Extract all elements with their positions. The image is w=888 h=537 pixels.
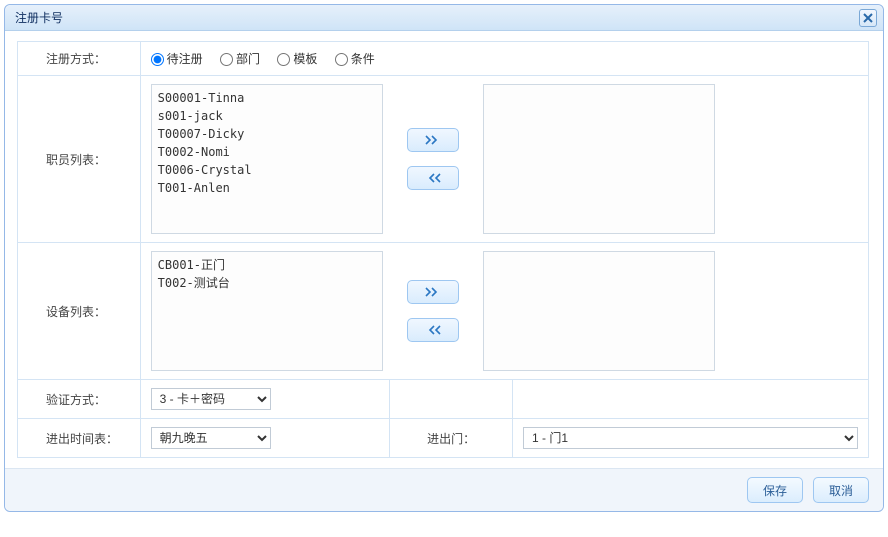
row-staff: 职员列表： S00001-Tinnas001-jackT00007-DickyT… <box>18 76 869 243</box>
dialog: 注册卡号 注册方式： 待注册 部门 模板 条件 职员列表： <box>4 4 884 512</box>
staff-dual-list: S00001-Tinnas001-jackT00007-DickyT0002-N… <box>151 84 858 234</box>
list-item[interactable]: T0006-Crystal <box>158 161 376 179</box>
chevron-double-right-icon <box>425 135 441 145</box>
device-move-left-button[interactable] <box>407 318 459 342</box>
empty-cell <box>513 380 869 419</box>
list-item[interactable]: S00001-Tinna <box>158 89 376 107</box>
staff-right-listbox[interactable] <box>483 84 715 234</box>
cancel-button[interactable]: 取消 <box>813 477 869 503</box>
staff-cell: S00001-Tinnas001-jackT00007-DickyT0002-N… <box>140 76 868 243</box>
list-item[interactable]: CB001-正门 <box>158 256 376 274</box>
staff-move-left-button[interactable] <box>407 166 459 190</box>
device-dual-list: CB001-正门T002-测试台 <box>151 251 858 371</box>
empty-label <box>390 380 513 419</box>
device-move-right-button[interactable] <box>407 280 459 304</box>
dialog-header: 注册卡号 <box>5 5 883 31</box>
verify-cell: 3 - 卡＋密码 <box>140 380 390 419</box>
device-move-buttons <box>407 280 459 342</box>
radio-template-input[interactable] <box>277 53 290 66</box>
list-item[interactable]: s001-jack <box>158 107 376 125</box>
door-select[interactable]: 1 - 门1 <box>523 427 858 449</box>
list-item[interactable]: T0002-Nomi <box>158 143 376 161</box>
list-item[interactable]: T002-测试台 <box>158 274 376 292</box>
staff-left-listbox[interactable]: S00001-Tinnas001-jackT00007-DickyT0002-N… <box>151 84 383 234</box>
label-reg-type: 注册方式： <box>18 42 141 76</box>
label-verify: 验证方式： <box>18 380 141 419</box>
label-device: 设备列表： <box>18 243 141 380</box>
dialog-title: 注册卡号 <box>15 9 63 26</box>
schedule-cell: 朝九晚五 <box>140 419 390 458</box>
chevron-double-right-icon <box>425 287 441 297</box>
label-door: 进出门： <box>390 419 513 458</box>
row-reg-type: 注册方式： 待注册 部门 模板 条件 <box>18 42 869 76</box>
list-item[interactable]: T00007-Dicky <box>158 125 376 143</box>
radio-dept[interactable]: 部门 <box>220 52 260 66</box>
device-cell: CB001-正门T002-测试台 <box>140 243 868 380</box>
door-cell: 1 - 门1 <box>513 419 869 458</box>
reg-type-cell: 待注册 部门 模板 条件 <box>140 42 868 76</box>
dialog-body: 注册方式： 待注册 部门 模板 条件 职员列表： S00001-Tinnas00… <box>5 31 883 468</box>
row-device: 设备列表： CB001-正门T002-测试台 <box>18 243 869 380</box>
device-left-listbox[interactable]: CB001-正门T002-测试台 <box>151 251 383 371</box>
list-item[interactable]: T001-Anlen <box>158 179 376 197</box>
chevron-double-left-icon <box>425 173 441 183</box>
row-schedule-door: 进出时间表： 朝九晚五 进出门： 1 - 门1 <box>18 419 869 458</box>
label-schedule: 进出时间表： <box>18 419 141 458</box>
save-button[interactable]: 保存 <box>747 477 803 503</box>
form-table: 注册方式： 待注册 部门 模板 条件 职员列表： S00001-Tinnas00… <box>17 41 869 458</box>
row-verify: 验证方式： 3 - 卡＋密码 <box>18 380 869 419</box>
verify-select[interactable]: 3 - 卡＋密码 <box>151 388 271 410</box>
close-button[interactable] <box>859 9 877 27</box>
radio-condition[interactable]: 条件 <box>335 52 375 66</box>
dialog-footer: 保存 取消 <box>5 468 883 511</box>
radio-dept-input[interactable] <box>220 53 233 66</box>
radio-template[interactable]: 模板 <box>277 52 317 66</box>
staff-move-right-button[interactable] <box>407 128 459 152</box>
radio-pending-input[interactable] <box>151 53 164 66</box>
close-icon <box>863 13 873 23</box>
schedule-select[interactable]: 朝九晚五 <box>151 427 271 449</box>
label-staff: 职员列表： <box>18 76 141 243</box>
device-right-listbox[interactable] <box>483 251 715 371</box>
radio-condition-input[interactable] <box>335 53 348 66</box>
chevron-double-left-icon <box>425 325 441 335</box>
staff-move-buttons <box>407 128 459 190</box>
radio-pending[interactable]: 待注册 <box>151 52 203 66</box>
